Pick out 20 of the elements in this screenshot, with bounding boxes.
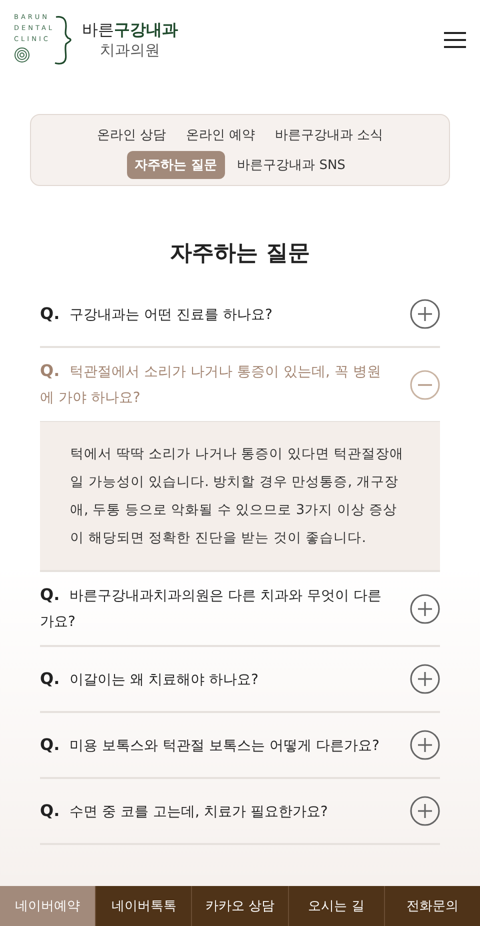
tab[interactable]: 온라인 예약 bbox=[178, 121, 264, 149]
plus-circle-icon[interactable] bbox=[410, 730, 440, 760]
faq-question[interactable]: Q. 구강내과는 어떤 진료를 하나요? bbox=[40, 300, 272, 328]
faq-question[interactable]: Q. 미용 보톡스와 턱관절 보톡스는 어떻게 다른가요? bbox=[40, 732, 380, 758]
concentric-circles-icon bbox=[14, 47, 30, 63]
menu-icon[interactable] bbox=[444, 32, 466, 48]
tab[interactable]: 바른구강내과 소식 bbox=[267, 121, 392, 149]
faq-question[interactable]: Q. 이갈이는 왜 치료해야 하나요? bbox=[40, 666, 258, 692]
plus-circle-icon[interactable] bbox=[410, 299, 440, 329]
clinic-subname: 치과의원 bbox=[100, 41, 160, 60]
faq-question[interactable]: Q. 수면 중 코를 고는데, 치료가 필요한가요? bbox=[40, 798, 328, 824]
faq-answer: 턱에서 딱딱 소리가 나거나 통증이 있다면 턱관절장애일 가능성이 있습니다. 방치할 경우 만성통증, 개구장애, 두통 등으로 악화될 수 있으므로 3가지 이상 증상이 해당되면 정확한 진단을 받는 것이 좋습니다. bbox=[70, 445, 405, 548]
tab[interactable]: 바른구강내과 SNS bbox=[229, 151, 354, 179]
plus-circle-icon[interactable] bbox=[410, 796, 440, 826]
faq-question[interactable]: Q. 바른구강내과치과의원은 다른 치과와 무엇이 다른가요? bbox=[40, 582, 390, 635]
plus-circle-icon[interactable] bbox=[410, 664, 440, 694]
clinic-name: 바른구강내과 bbox=[82, 20, 178, 41]
tab[interactable]: 온라인 상담 bbox=[88, 121, 174, 149]
plus-circle-icon[interactable] bbox=[410, 594, 440, 624]
page-title: 자주하는 질문 bbox=[169, 240, 311, 268]
